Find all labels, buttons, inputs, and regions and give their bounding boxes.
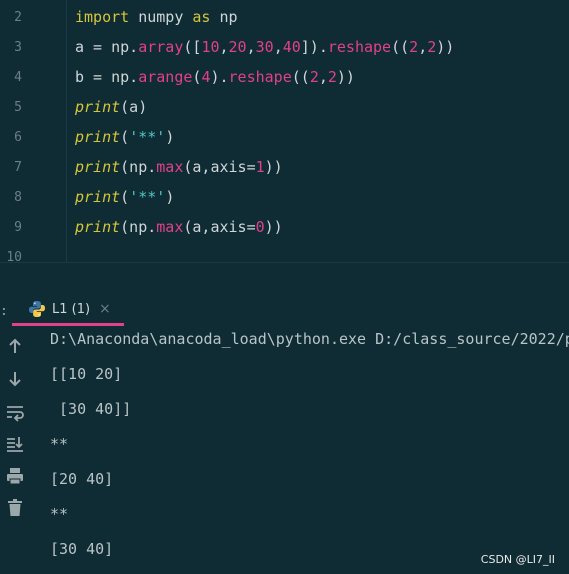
line-number: 7 [14, 160, 22, 175]
code-token: (( [291, 68, 310, 86]
code-token: 30 [255, 38, 274, 56]
code-token: (a,axis= [183, 218, 256, 236]
code-token: )) [264, 218, 283, 236]
line-number: 5 [14, 100, 22, 115]
code-line[interactable]: print('**') [75, 128, 174, 146]
code-token: )) [436, 38, 455, 56]
code-token: , [418, 38, 428, 56]
code-token: ). [210, 68, 229, 86]
panel-prefix: : [0, 304, 8, 319]
code-token: array [138, 38, 184, 56]
line-number: 6 [14, 130, 22, 145]
code-token: (( [391, 38, 410, 56]
line-number: 8 [14, 190, 22, 205]
code-line[interactable]: b = np.arange(4).reshape((2,2)) [75, 68, 355, 86]
code-line[interactable]: print(np.max(a,axis=1)) [75, 158, 283, 176]
gutter-separator [66, 0, 67, 262]
code-token: 2 [427, 38, 437, 56]
code-token: 10 [201, 38, 220, 56]
output-line: ** [50, 435, 69, 453]
code-token: (a) [120, 98, 148, 116]
code-token: 2 [309, 68, 319, 86]
output-line: [[10 20] [50, 365, 123, 383]
code-token: '**' [129, 128, 166, 146]
close-icon[interactable]: × [99, 301, 111, 317]
code-token: ) [165, 128, 175, 146]
code-token: max [156, 218, 184, 236]
code-token: 0 [255, 218, 265, 236]
code-token: , [219, 38, 229, 56]
code-token: (a,axis= [183, 158, 256, 176]
code-token: ( [120, 128, 130, 146]
code-token: 1 [255, 158, 265, 176]
code-token: max [156, 158, 184, 176]
arrow-up-icon[interactable] [5, 336, 25, 356]
output-line: ** [50, 505, 69, 523]
code-token: ]). [300, 38, 328, 56]
code-line[interactable]: print(a) [75, 98, 147, 116]
code-token: 2 [409, 38, 419, 56]
code-token: print [75, 218, 121, 236]
code-token: ([ [183, 38, 202, 56]
code-token: 2 [327, 68, 337, 86]
code-token: 40 [282, 38, 301, 56]
code-line[interactable]: a = np.array([10,20,30,40]).reshape((2,2… [75, 38, 454, 56]
scroll-to-end-icon[interactable] [5, 434, 25, 454]
line-number: 9 [14, 220, 22, 235]
code-token: ( [120, 188, 130, 206]
print-icon[interactable] [5, 466, 25, 486]
code-token: , [273, 38, 283, 56]
line-number-gutter: 2 3 4 5 6 7 8 9 10 [0, 0, 66, 265]
output-line: [30 40] [50, 540, 114, 558]
code-token: '**' [129, 188, 166, 206]
code-editor[interactable]: 2 3 4 5 6 7 8 9 10 import numpy as np a = np.arra… [0, 0, 569, 265]
tab-label: L1 (1) [52, 302, 91, 317]
code-token: reshape [228, 68, 292, 86]
arrow-down-icon[interactable] [5, 369, 25, 389]
code-token: )) [336, 68, 355, 86]
output-line: [20 40] [50, 470, 114, 488]
code-token: reshape [327, 38, 392, 56]
code-token: b = np. [75, 68, 139, 86]
output-line: [30 40]] [50, 400, 132, 418]
code-token: as [192, 8, 211, 26]
code-token: , [246, 38, 256, 56]
watermark: CSDN @LI7_II [480, 553, 555, 566]
code-token: print [75, 98, 121, 116]
code-line[interactable]: print('**') [75, 188, 174, 206]
code-token: import [75, 8, 130, 26]
code-token: print [75, 128, 121, 146]
trash-icon[interactable] [5, 498, 25, 518]
code-token: 20 [228, 38, 247, 56]
run-console[interactable]: D:\Anaconda\anacoda_load\python.exe D:/c… [0, 326, 569, 574]
code-token: ) [165, 188, 175, 206]
run-command-line: D:\Anaconda\anacoda_load\python.exe D:/c… [50, 330, 569, 348]
code-token: )) [264, 158, 283, 176]
code-token: numpy [129, 8, 193, 26]
code-token: print [75, 188, 121, 206]
panel-divider[interactable] [0, 262, 569, 296]
python-icon [29, 301, 45, 317]
soft-wrap-icon[interactable] [5, 402, 25, 422]
line-number: 3 [14, 40, 22, 55]
code-token: , [318, 68, 328, 86]
code-line[interactable]: print(np.max(a,axis=0)) [75, 218, 283, 236]
code-token: arange [138, 68, 193, 86]
code-line[interactable]: import numpy as np [75, 8, 238, 26]
code-token: a = np. [75, 38, 139, 56]
code-token: print [75, 158, 121, 176]
line-number: 2 [14, 10, 22, 25]
line-number: 4 [14, 70, 22, 85]
code-token: np [210, 8, 238, 26]
code-token: (np. [120, 218, 157, 236]
code-token: (np. [120, 158, 157, 176]
